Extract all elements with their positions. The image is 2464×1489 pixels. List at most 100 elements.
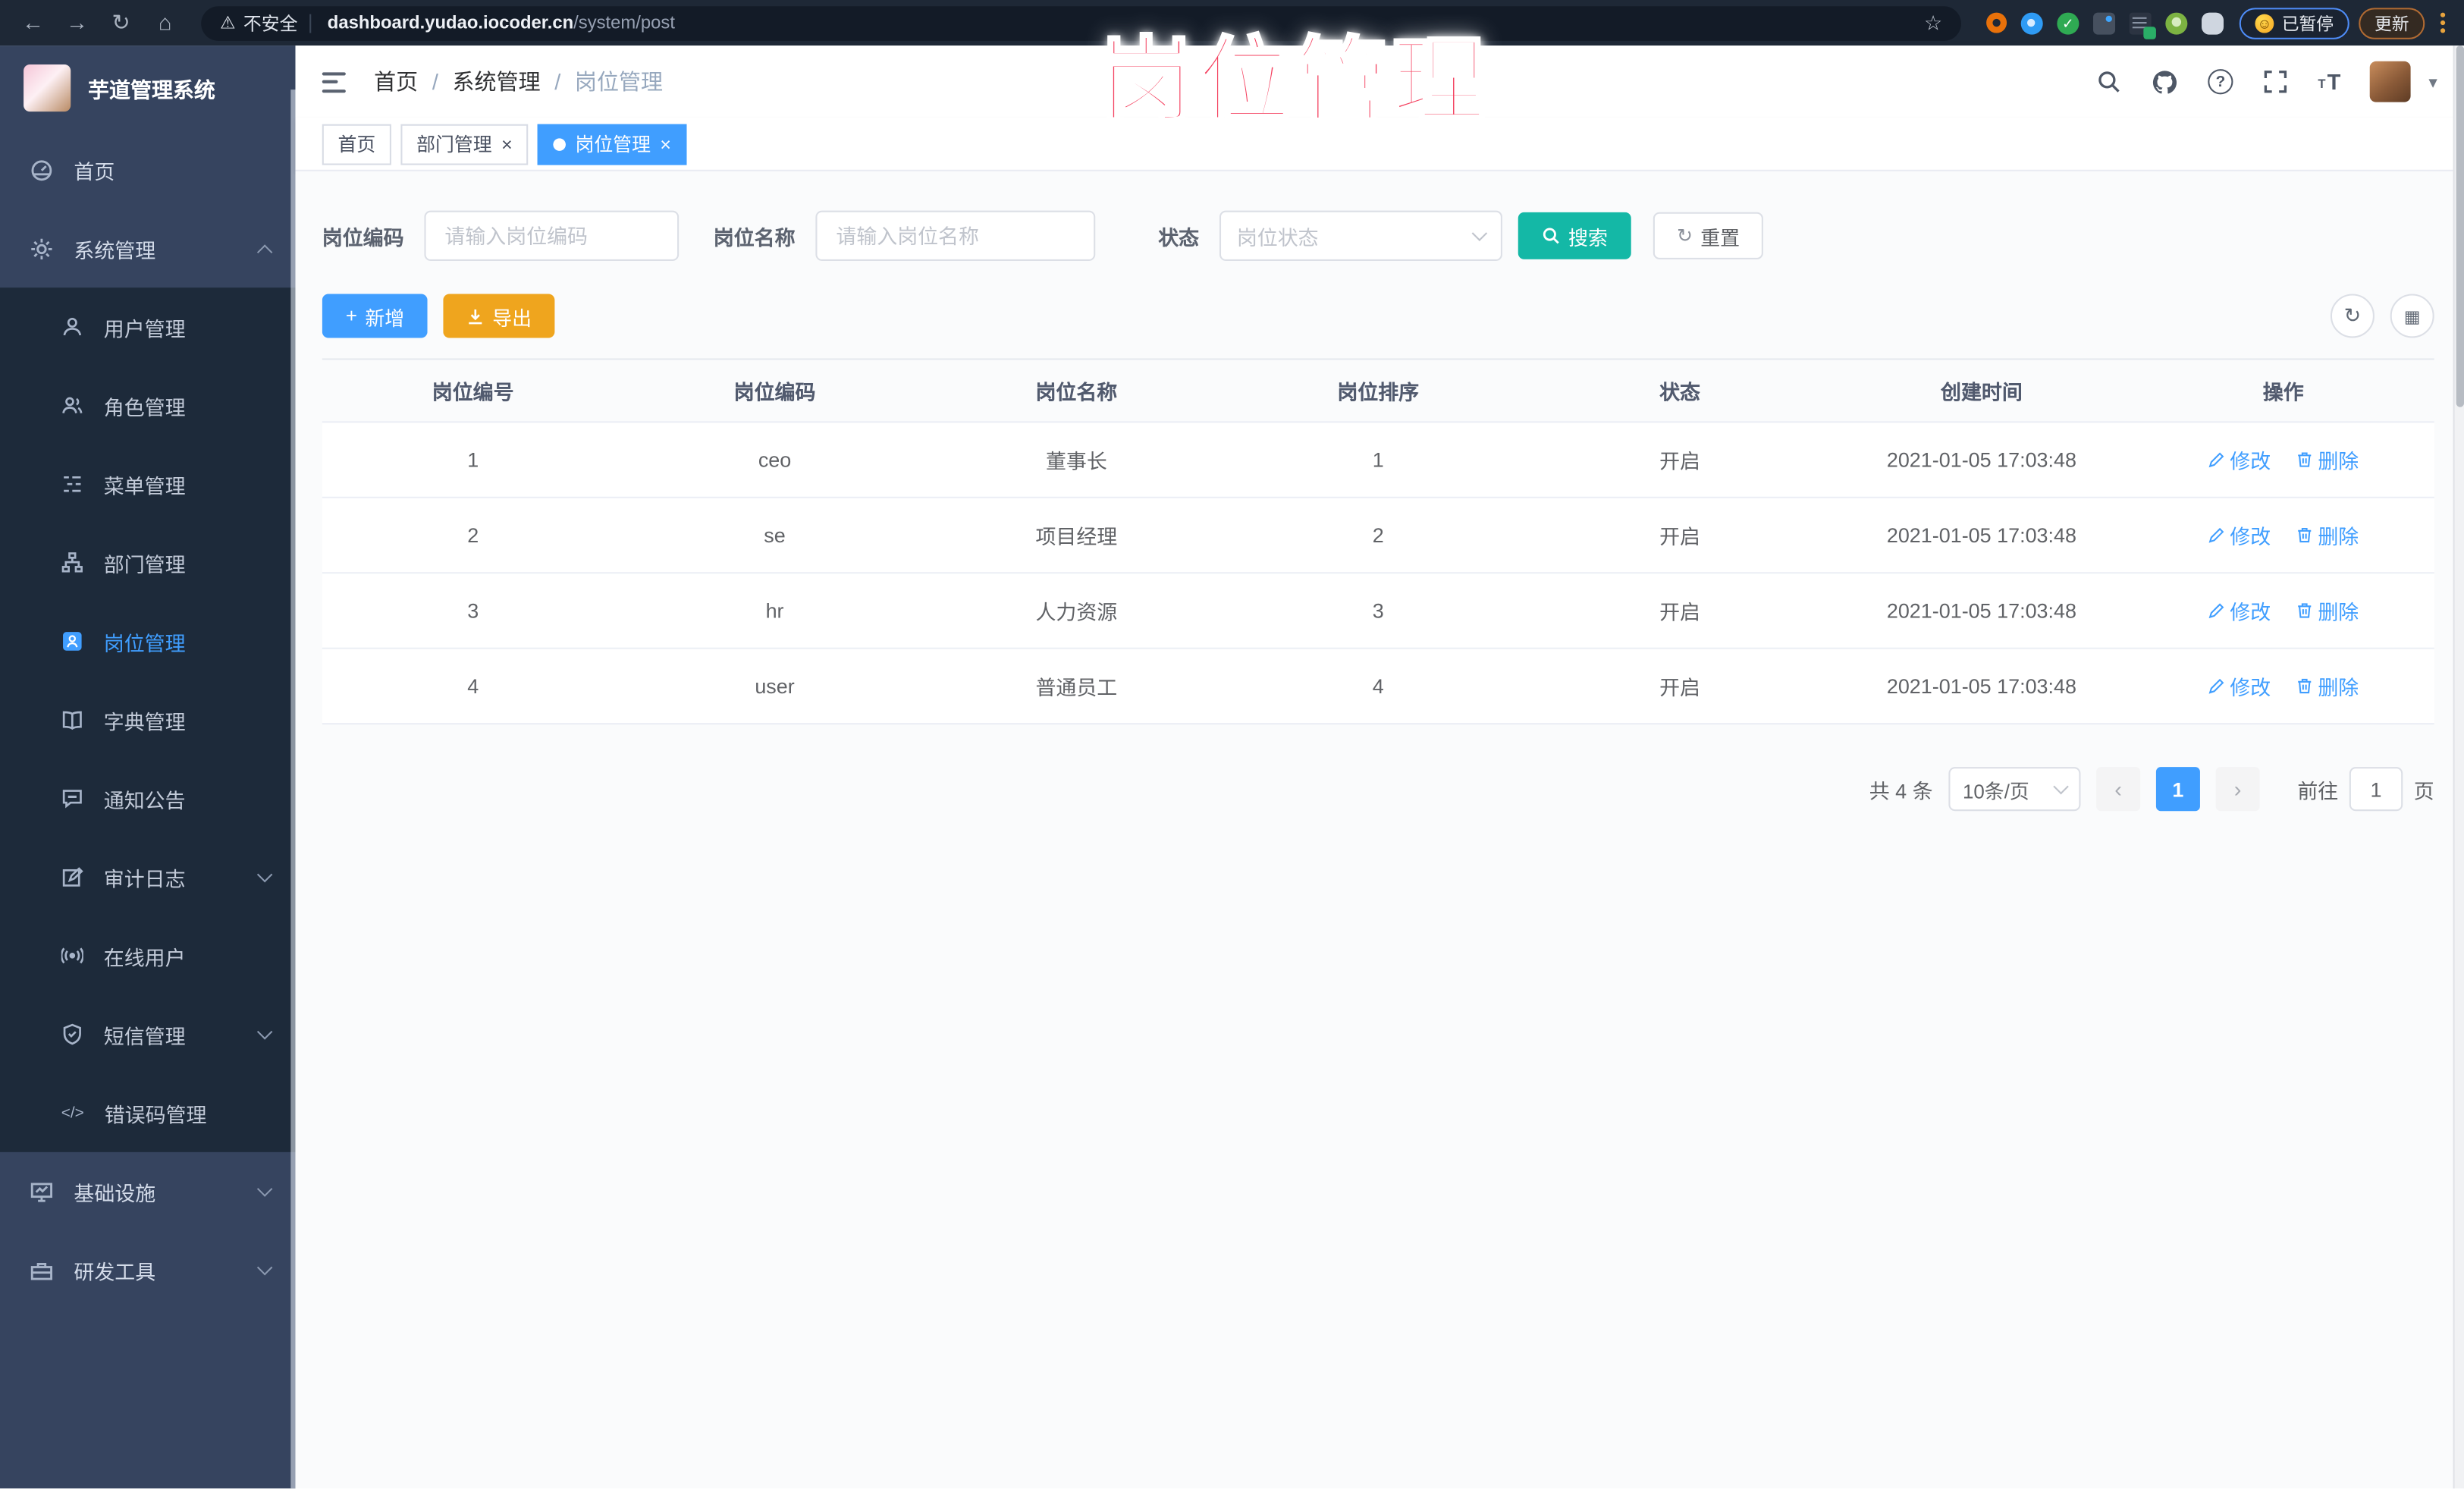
edit-link[interactable]: 修改 xyxy=(2208,445,2271,474)
close-icon[interactable]: × xyxy=(501,134,513,153)
sidebar-item-label: 短信管理 xyxy=(103,1023,186,1048)
address-bar[interactable]: ⚠ 不安全 dashboard.yudao.iocoder.cn /system… xyxy=(201,5,1961,40)
collapse-sidebar-icon[interactable] xyxy=(322,71,346,93)
edit-link[interactable]: 修改 xyxy=(2208,520,2271,550)
address-divider xyxy=(309,13,312,33)
not-secure-label[interactable]: 不安全 xyxy=(243,10,297,35)
cell-name: 人力资源 xyxy=(1035,600,1118,624)
paused-badge[interactable]: ☺ 已暂停 xyxy=(2239,7,2349,39)
tab-label: 岗位管理 xyxy=(575,134,651,156)
cell-code: hr xyxy=(765,598,784,623)
post-code-input[interactable] xyxy=(424,210,680,261)
delete-link[interactable]: 删除 xyxy=(2296,595,2359,625)
sidebar-item-notice[interactable]: 通知公告 xyxy=(0,759,296,838)
update-button[interactable]: 更新 xyxy=(2359,7,2425,39)
sliders-extension-icon[interactable] xyxy=(2093,11,2116,34)
help-icon[interactable]: ? xyxy=(2208,69,2233,95)
refresh-table-button[interactable]: ↻ xyxy=(2330,294,2375,338)
current-page-button[interactable]: 1 xyxy=(2155,767,2200,812)
tab-dept[interactable]: 部门管理 × xyxy=(400,123,529,165)
shield-icon xyxy=(63,1023,81,1045)
sidebar-item-audit-log[interactable]: 审计日志 xyxy=(0,837,296,916)
sidebar-item-system[interactable]: 系统管理 xyxy=(0,209,296,288)
list-extension-icon[interactable] xyxy=(2129,11,2156,39)
code-icon: </> xyxy=(61,1104,84,1122)
column-header: 岗位排序 xyxy=(1337,380,1420,404)
delete-link[interactable]: 删除 xyxy=(2296,520,2359,550)
avatar[interactable] xyxy=(2370,61,2412,102)
page-scrollbar[interactable] xyxy=(2453,46,2464,1489)
cell-id: 1 xyxy=(467,448,479,472)
github-icon[interactable] xyxy=(2152,68,2178,95)
back-icon[interactable]: ← xyxy=(16,0,51,46)
table-row[interactable]: 4 user 普通员工 4 开启 2021-01-05 17:03:48 修改 … xyxy=(322,649,2434,725)
sidebar-item-error-codes[interactable]: </> 错误码管理 xyxy=(0,1073,296,1152)
sidebar-item-users[interactable]: 用户管理 xyxy=(0,287,296,366)
cell-name: 董事长 xyxy=(1045,449,1107,473)
reset-button-label: 重置 xyxy=(1700,227,1740,250)
tab-home[interactable]: 首页 xyxy=(322,123,391,165)
browser-menu-icon[interactable] xyxy=(2440,12,2446,33)
caret-down-icon[interactable]: ▾ xyxy=(2428,71,2437,92)
trash-icon xyxy=(2298,603,2312,618)
goto-page: 前往 页 xyxy=(2297,767,2434,812)
sidebar-item-online-users[interactable]: 在线用户 xyxy=(0,916,296,995)
app-logo-row[interactable]: 芋道管理系统 xyxy=(0,46,296,130)
pencil-icon xyxy=(2208,678,2224,694)
puzzle-extension-icon[interactable] xyxy=(2202,11,2224,34)
table-row[interactable]: 3 hr 人力资源 3 开启 2021-01-05 17:03:48 修改 删除 xyxy=(322,573,2434,649)
close-icon[interactable]: × xyxy=(660,134,671,153)
delete-link[interactable]: 删除 xyxy=(2296,445,2359,474)
edit-link[interactable]: 修改 xyxy=(2208,671,2271,701)
column-settings-button[interactable]: ▦ xyxy=(2390,294,2434,338)
sidebar-item-devtools[interactable]: 研发工具 xyxy=(0,1230,296,1309)
breadcrumb-section[interactable]: 系统管理 xyxy=(453,66,541,97)
filter-form: 岗位编码 岗位名称 状态 岗位状态 搜索 ↻ 重置 xyxy=(322,210,2434,261)
forward-icon[interactable]: → xyxy=(60,0,95,46)
prev-page-button[interactable]: ‹ xyxy=(2096,767,2141,812)
home-icon[interactable]: ⌂ xyxy=(148,0,183,46)
cell-code: se xyxy=(764,523,786,548)
sidebar-item-label: 基础设施 xyxy=(74,1181,156,1205)
sidebar-item-home[interactable]: 首页 xyxy=(0,130,296,209)
column-header: 岗位编号 xyxy=(432,380,514,404)
next-page-button[interactable]: › xyxy=(2215,767,2260,812)
sidebar-item-label: 部门管理 xyxy=(103,552,186,576)
add-button[interactable]: + 新增 xyxy=(322,294,428,338)
sidebar-item-roles[interactable]: 角色管理 xyxy=(0,366,296,445)
search-button[interactable]: 搜索 xyxy=(1518,212,1631,259)
pencil-icon xyxy=(2208,603,2224,619)
fullscreen-icon[interactable] xyxy=(2263,69,2288,94)
post-code-label: 岗位编码 xyxy=(322,225,404,250)
scrollbar-thumb[interactable] xyxy=(2456,46,2464,407)
reset-button[interactable]: ↻ 重置 xyxy=(1653,212,1764,259)
sidebar-item-dict[interactable]: 字典管理 xyxy=(0,680,296,759)
search-icon[interactable] xyxy=(2096,69,2121,94)
table-row[interactable]: 2 se 项目经理 2 开启 2021-01-05 17:03:48 修改 删除 xyxy=(322,498,2434,574)
sidebar-item-depts[interactable]: 部门管理 xyxy=(0,523,296,602)
sidebar-item-infrastructure[interactable]: 基础设施 xyxy=(0,1152,296,1231)
tab-post[interactable]: 岗位管理 × xyxy=(537,123,687,165)
reload-icon[interactable]: ↻ xyxy=(104,0,139,46)
table-row[interactable]: 1 ceo 董事长 1 开启 2021-01-05 17:03:48 修改 删除 xyxy=(322,423,2434,498)
cell-id: 2 xyxy=(467,523,479,548)
check-extension-icon[interactable]: ✓ xyxy=(2057,11,2079,34)
status-select[interactable]: 岗位状态 xyxy=(1219,210,1503,261)
goto-page-input[interactable] xyxy=(2349,767,2403,812)
delete-link[interactable]: 删除 xyxy=(2296,671,2359,701)
sidebar-item-sms[interactable]: 短信管理 xyxy=(0,995,296,1074)
edit-link[interactable]: 修改 xyxy=(2208,595,2271,625)
sidebar-item-posts[interactable]: 岗位管理 xyxy=(0,602,296,681)
search-icon xyxy=(1543,228,1559,244)
font-size-icon[interactable]: TT xyxy=(2318,71,2340,93)
gear-icon xyxy=(31,237,52,259)
donut-extension-icon[interactable] xyxy=(1986,12,2007,33)
pin-extension-icon[interactable] xyxy=(2020,11,2043,34)
sidebar-item-menus[interactable]: 菜单管理 xyxy=(0,445,296,523)
bookmark-star-icon[interactable]: ☆ xyxy=(1924,10,1942,35)
export-button[interactable]: 导出 xyxy=(444,294,556,338)
breadcrumb-home[interactable]: 首页 xyxy=(374,66,418,97)
page-size-select[interactable]: 10条/页 xyxy=(1948,767,2081,812)
paw-extension-icon[interactable] xyxy=(2165,11,2188,34)
post-name-input[interactable] xyxy=(815,210,1096,261)
